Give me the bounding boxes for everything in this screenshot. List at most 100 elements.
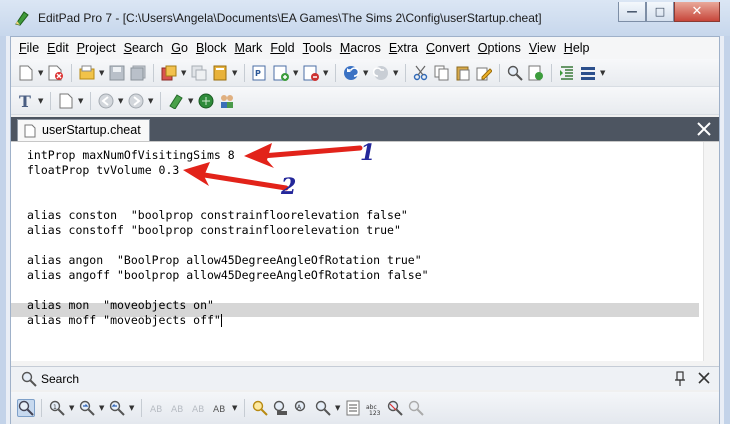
undo-dropdown[interactable]: ▼ [363,69,369,77]
menu-options[interactable]: Options [474,37,525,59]
find-previous-icon[interactable] [108,399,126,417]
replace-icon[interactable] [527,64,545,82]
search-block-icon[interactable]: A [293,399,311,417]
indent-icon[interactable] [558,64,576,82]
svg-text:123: 123 [369,410,381,416]
close-file-icon[interactable] [47,64,65,82]
menu-extra[interactable]: Extra [385,37,422,59]
menu-file[interactable]: File [15,37,43,59]
highlight-icon[interactable] [251,399,269,417]
save-icon[interactable] [108,64,126,82]
project-add-dropdown[interactable]: ▼ [293,69,299,77]
menu-convert[interactable]: Convert [422,37,474,59]
menu-view[interactable]: View [525,37,560,59]
replace-all-icon[interactable]: AB [211,399,229,417]
code-line[interactable]: alias angoff "boolprop allow45DegreeAngl… [27,268,429,283]
code-line[interactable]: intProp maxNumOfVisitingSims 8 [27,148,235,163]
pin-icon[interactable] [673,371,687,387]
web-globe-icon[interactable] [197,92,215,110]
bookmark-icon[interactable] [167,92,185,110]
text-font-dropdown[interactable]: ▼ [38,97,44,105]
find-next-icon[interactable] [78,399,96,417]
find-next-dropdown[interactable]: ▼ [99,404,105,412]
menu-project[interactable]: Project [73,37,120,59]
code-line[interactable]: alias conston "boolprop constrainfloorel… [27,208,408,223]
menu-go[interactable]: Go [167,37,192,59]
document-lines-icon[interactable] [344,399,362,417]
search-panel-title: Search [41,372,80,386]
find-icon[interactable] [506,64,524,82]
match-case-icon[interactable]: abc 123 [365,399,383,417]
back-icon[interactable] [97,92,115,110]
menu-macros[interactable]: Macros [336,37,385,59]
code-line[interactable]: alias angon "BoolProp allow45DegreeAngle… [27,253,422,268]
project-remove-dropdown[interactable]: ▼ [323,69,329,77]
open-file-icon[interactable] [78,64,96,82]
replace-first-icon[interactable]: AB [148,399,166,417]
paste-icon[interactable] [454,64,472,82]
book-dropdown[interactable]: ▼ [232,69,238,77]
edit-pencil-icon[interactable] [475,64,493,82]
search-toggle-icon[interactable] [17,399,35,417]
project-remove-icon[interactable] [302,64,320,82]
book-icon[interactable] [211,64,229,82]
menu-block[interactable]: Block [192,37,231,59]
redo-dropdown[interactable]: ▼ [393,69,399,77]
find-previous-dropdown[interactable]: ▼ [129,404,135,412]
menu-convert-key: C [426,41,436,55]
document-dropdown[interactable]: ▼ [78,97,84,105]
close-tab-icon[interactable] [695,120,713,138]
new-file-icon[interactable] [17,64,35,82]
fold-search-icon[interactable] [272,399,290,417]
project-icon[interactable] [160,64,178,82]
current-code-line[interactable]: alias moff "moveobjects off" [27,313,222,328]
code-line[interactable]: alias mon "moveobjects on" [27,298,214,313]
minimize-button[interactable]: — [618,2,646,22]
search-files-icon[interactable] [314,399,332,417]
document-icon[interactable] [57,92,75,110]
save-all-icon[interactable] [129,64,147,82]
title-bar[interactable]: EditPad Pro 7 - [C:\Users\Angela\Documen… [0,0,730,36]
menu-fold[interactable]: Fold [266,37,298,59]
cut-icon[interactable] [412,64,430,82]
code-line[interactable]: alias constoff "boolprop constrainfloore… [27,223,401,238]
replace-previous-icon[interactable]: AB [190,399,208,417]
find-first-icon[interactable]: 1 [48,399,66,417]
close-button[interactable]: ✕ [674,2,720,22]
search-panel: Search [11,366,719,390]
search-files-dropdown[interactable]: ▼ [335,404,341,412]
menu-help[interactable]: Help [560,37,594,59]
open-dropdown[interactable]: ▼ [99,69,105,77]
menu-mark[interactable]: Mark [231,37,267,59]
copy-project-icon[interactable] [190,64,208,82]
users-icon[interactable] [218,92,236,110]
text-font-icon[interactable]: T [17,92,35,110]
replace-all-dropdown[interactable]: ▼ [232,404,238,412]
replace-next-icon[interactable]: AB [169,399,187,417]
bookmark-dropdown[interactable]: ▼ [188,97,194,105]
project-save-icon[interactable]: P [251,64,269,82]
forward-dropdown[interactable]: ▼ [148,97,154,105]
menu-tools[interactable]: Tools [299,37,336,59]
undo-icon[interactable] [342,64,360,82]
adjacent-search-icon[interactable] [407,399,425,417]
redo-icon[interactable] [372,64,390,82]
copy-icon[interactable] [433,64,451,82]
vertical-scrollbar[interactable] [703,142,719,362]
tab-userstartup-cheat[interactable]: userStartup.cheat [17,119,150,141]
new-file-dropdown[interactable]: ▼ [38,69,44,77]
text-editor[interactable]: intProp maxNumOfVisitingSims 8 floatProp… [11,141,719,362]
block-list-icon[interactable] [579,64,597,82]
project-add-icon[interactable] [272,64,290,82]
code-line[interactable]: floatProp tvVolume 0.3 [27,163,179,178]
close-search-icon[interactable] [697,371,711,385]
find-first-dropdown[interactable]: ▼ [69,404,75,412]
back-dropdown[interactable]: ▼ [118,97,124,105]
menu-edit[interactable]: Edit [43,37,73,59]
forward-icon[interactable] [127,92,145,110]
project-dropdown[interactable]: ▼ [181,69,187,77]
block-list-dropdown[interactable]: ▼ [600,69,606,77]
maximize-button[interactable]: □ [646,2,674,22]
regex-icon[interactable] [386,399,404,417]
menu-search[interactable]: Search [120,37,168,59]
